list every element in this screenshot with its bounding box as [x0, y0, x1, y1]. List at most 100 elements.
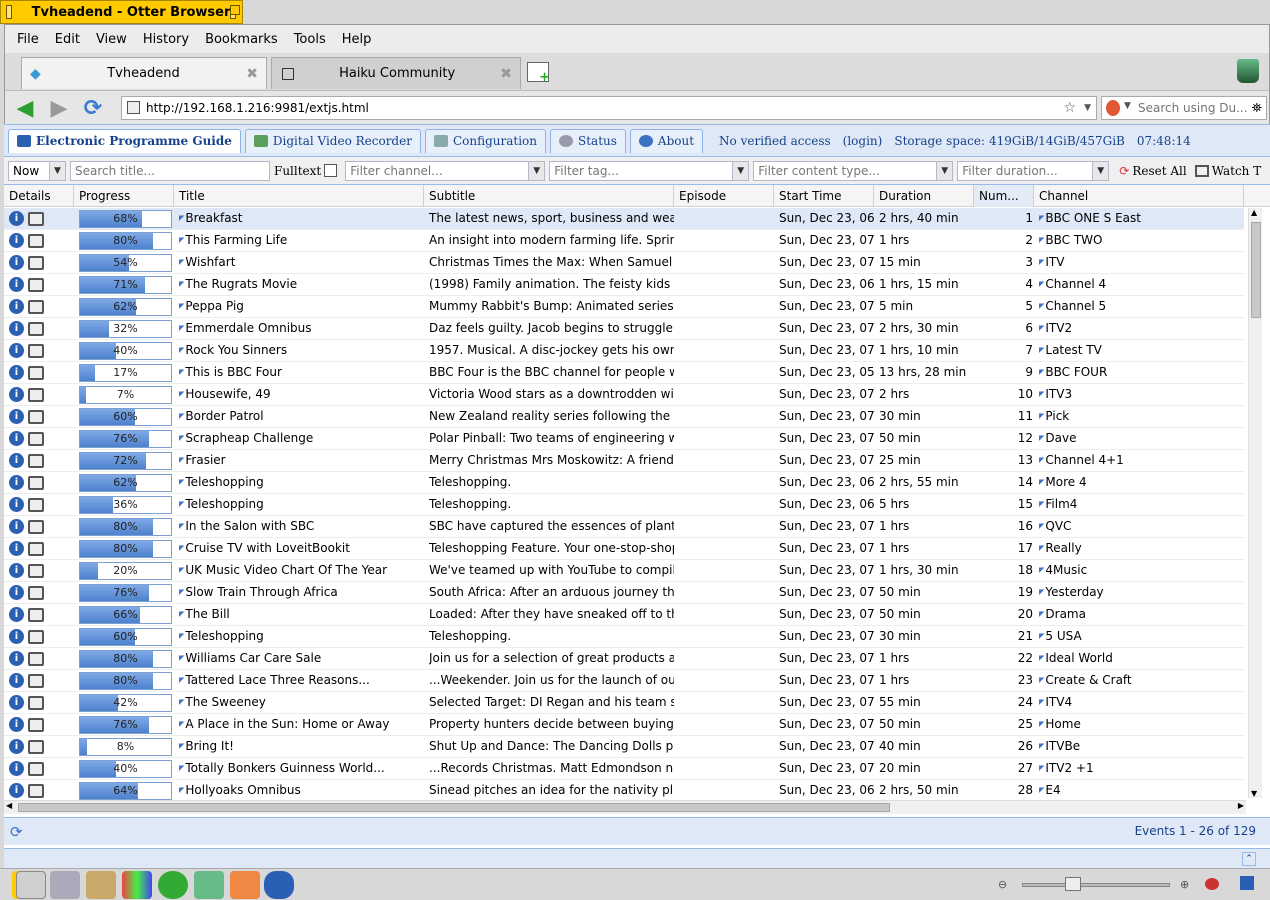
channel-filter[interactable]: Filter channel... ▼	[345, 160, 546, 181]
mail-icon[interactable]	[50, 871, 80, 899]
tv-icon[interactable]	[28, 256, 44, 270]
details-icon[interactable]: i	[9, 365, 24, 380]
zoom-out-icon[interactable]: ⊖	[998, 878, 1007, 891]
details-icon[interactable]: i	[9, 475, 24, 490]
tv-icon[interactable]	[28, 498, 44, 512]
menu-help[interactable]: Help	[334, 32, 380, 47]
details-icon[interactable]: i	[9, 629, 24, 644]
bookmark-star-icon[interactable]: ☆	[1063, 100, 1076, 116]
details-icon[interactable]: i	[9, 431, 24, 446]
tv-icon[interactable]	[28, 586, 44, 600]
expand-panel-icon[interactable]: ⌃	[1242, 852, 1256, 866]
chevron-down-icon[interactable]: ▼	[49, 161, 65, 180]
details-icon[interactable]: i	[9, 211, 24, 226]
fulltext-checkbox[interactable]	[324, 164, 338, 177]
status-icon[interactable]	[1205, 878, 1219, 890]
now-select[interactable]: Now ▼	[8, 160, 66, 181]
chevron-down-icon[interactable]: ▼	[1084, 103, 1091, 113]
tv-icon[interactable]	[28, 234, 44, 248]
tv-icon[interactable]	[28, 454, 44, 468]
menu-file[interactable]: File	[9, 32, 47, 47]
chevron-down-icon[interactable]: ▼	[732, 161, 749, 180]
table-row[interactable]: i 36% ◤Teleshopping Teleshopping. Sun, Dec 2…	[4, 494, 1244, 516]
scroll-right-icon[interactable]: ▶	[1238, 801, 1244, 810]
tab-dvr[interactable]: Digital Video Recorder	[244, 128, 421, 153]
col-subtitle[interactable]: Subtitle	[424, 185, 674, 207]
tv-icon[interactable]	[28, 212, 44, 226]
tv-icon[interactable]	[28, 322, 44, 336]
search-input[interactable]	[1138, 101, 1248, 115]
otter-browser-icon[interactable]	[264, 871, 294, 899]
table-row[interactable]: i 54% ◤Wishfart Christmas Times the Max: Wh…	[4, 252, 1244, 274]
details-icon[interactable]: i	[9, 387, 24, 402]
details-icon[interactable]: i	[9, 519, 24, 534]
menu-tools[interactable]: Tools	[286, 32, 334, 47]
tv-icon[interactable]	[28, 696, 44, 710]
menu-history[interactable]: History	[135, 32, 197, 47]
col-episode[interactable]: Episode	[674, 185, 774, 207]
tv-icon[interactable]	[28, 476, 44, 490]
details-icon[interactable]: i	[9, 717, 24, 732]
table-row[interactable]: i 7% ◤Housewife, 49 Victoria Wood stars as …	[4, 384, 1244, 406]
save-icon[interactable]	[1240, 876, 1254, 890]
details-icon[interactable]: i	[9, 277, 24, 292]
table-row[interactable]: i 62% ◤Peppa Pig Mummy Rabbit's Bump: Anima…	[4, 296, 1244, 318]
tab-about[interactable]: About	[629, 128, 704, 153]
address-bar[interactable]: http://192.168.1.216:9981/extjs.html ☆ ▼	[121, 96, 1097, 120]
table-row[interactable]: i 68% ◤Breakfast The latest news, sport, bu…	[4, 208, 1244, 230]
table-row[interactable]: i 76% ◤Slow Train Through Africa South Afri…	[4, 582, 1244, 604]
table-row[interactable]: i 71% ◤The Rugrats Movie (1998) Family anim…	[4, 274, 1244, 296]
col-number[interactable]: Num...	[974, 185, 1034, 207]
table-row[interactable]: i 72% ◤Frasier Merry Christmas Mrs Moskowit…	[4, 450, 1244, 472]
details-icon[interactable]: i	[9, 321, 24, 336]
col-details[interactable]: Details	[4, 185, 74, 207]
col-progress[interactable]: Progress	[74, 185, 174, 207]
chevron-down-icon[interactable]: ▼	[1092, 161, 1109, 180]
table-row[interactable]: i 80% ◤Cruise TV with LoveitBookit Teleshop…	[4, 538, 1244, 560]
table-row[interactable]: i 40% ◤Rock You Sinners 1957. Musical. A di…	[4, 340, 1244, 362]
scroll-thumb[interactable]	[1251, 222, 1261, 318]
scroll-left-icon[interactable]: ◀	[6, 801, 12, 810]
vertical-scrollbar[interactable]: ▲ ▼	[1248, 208, 1262, 798]
menu-bookmarks[interactable]: Bookmarks	[197, 32, 286, 47]
table-row[interactable]: i 17% ◤This is BBC Four BBC Four is the BBC…	[4, 362, 1244, 384]
package-icon[interactable]	[86, 871, 116, 899]
details-icon[interactable]: i	[9, 541, 24, 556]
tv-icon[interactable]	[28, 564, 44, 578]
details-icon[interactable]: i	[9, 739, 24, 754]
details-icon[interactable]: i	[9, 761, 24, 776]
details-icon[interactable]: i	[9, 783, 24, 798]
refresh-icon[interactable]: ⟳	[10, 823, 23, 841]
zoom-slider-knob[interactable]	[1065, 877, 1081, 891]
tv-icon[interactable]	[28, 784, 44, 798]
tab-epg[interactable]: Electronic Programme Guide	[8, 128, 241, 153]
details-icon[interactable]: i	[9, 497, 24, 512]
back-arrow-icon[interactable]: ◀	[11, 96, 39, 121]
window-zoom-button[interactable]	[230, 5, 240, 19]
table-row[interactable]: i 60% ◤Teleshopping Teleshopping. Sun, Dec 2…	[4, 626, 1244, 648]
table-row[interactable]: i 40% ◤Totally Bonkers Guinness World.....…	[4, 758, 1244, 780]
horizontal-scrollbar[interactable]: ◀ ▶	[4, 800, 1246, 814]
reload-icon[interactable]: ⟳	[79, 96, 107, 121]
table-row[interactable]: i 20% ◤UK Music Video Chart Of The Year We'…	[4, 560, 1244, 582]
tv-icon[interactable]	[28, 608, 44, 622]
new-tab-icon[interactable]	[527, 62, 550, 85]
tv-icon[interactable]	[28, 652, 44, 666]
table-row[interactable]: i 66% ◤The Bill Loaded: After they have sne…	[4, 604, 1244, 626]
tv-icon[interactable]	[28, 278, 44, 292]
table-row[interactable]: i 8% ◤Bring It! Shut Up and Dance: The Danc…	[4, 736, 1244, 758]
col-duration[interactable]: Duration	[874, 185, 974, 207]
table-row[interactable]: i 32% ◤Emmerdale Omnibus Daz feels guilty. …	[4, 318, 1244, 340]
table-row[interactable]: i 64% ◤Hollyoaks Omnibus Sinead pitches an …	[4, 780, 1244, 802]
col-start-time[interactable]: Start Time	[774, 185, 874, 207]
col-title[interactable]: Title	[174, 185, 424, 207]
chevron-down-icon[interactable]: ▼	[936, 161, 953, 180]
tab-status[interactable]: Status	[550, 128, 626, 153]
details-icon[interactable]: i	[9, 453, 24, 468]
details-icon[interactable]: i	[9, 607, 24, 622]
reset-all-button[interactable]: Reset All	[1132, 164, 1186, 178]
tv-icon[interactable]	[28, 410, 44, 424]
menu-edit[interactable]: Edit	[47, 32, 88, 47]
tv-icon[interactable]	[28, 718, 44, 732]
watch-tv-button[interactable]: Watch T	[1212, 164, 1262, 178]
